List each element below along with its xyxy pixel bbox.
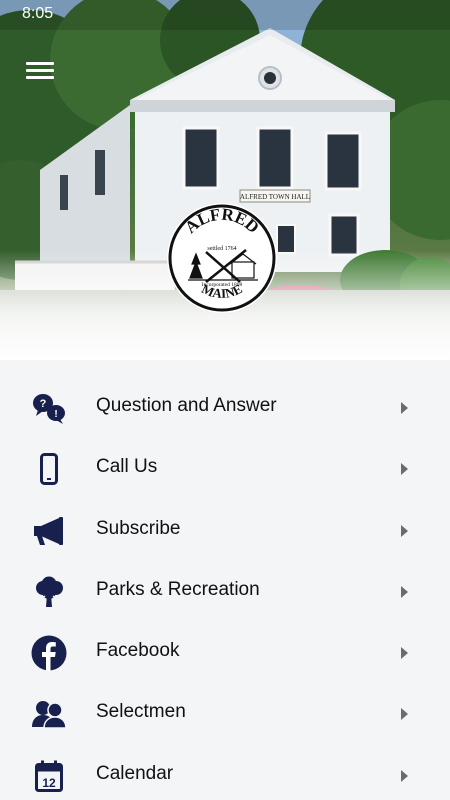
- phone-icon: [30, 450, 68, 488]
- seal-incorporated-text: Incorporated 1808: [202, 282, 243, 288]
- svg-text:!: !: [54, 409, 57, 420]
- menu-item-label: Calendar: [96, 762, 174, 784]
- menu-item-call-us[interactable]: Call Us: [0, 438, 450, 499]
- chevron-right-icon: [401, 769, 408, 782]
- menu-item-calendar[interactable]: 12 Calendar: [0, 745, 450, 800]
- menu-item-facebook[interactable]: Facebook: [0, 622, 450, 683]
- chevron-right-icon: [401, 524, 408, 537]
- menu-item-label: Call Us: [96, 456, 158, 478]
- facebook-icon: [30, 634, 68, 672]
- menu-item-selectmen[interactable]: Selectmen: [0, 683, 450, 744]
- menu-item-question-and-answer[interactable]: ? ! Question and Answer: [0, 377, 450, 438]
- menu-item-label: Parks & Recreation: [96, 578, 260, 600]
- town-seal-logo: ALFRED MAINE settled 1764 Incorporated 1…: [167, 203, 277, 313]
- calendar-icon: 12: [30, 757, 68, 795]
- status-bar: 8:05: [0, 0, 450, 30]
- app-screen: ALFRED TOWN HALL 8:05 ALFRED MAINE settl…: [0, 0, 450, 800]
- building-sign: ALFRED TOWN HALL: [240, 193, 310, 201]
- seal-settled-text: settled 1764: [207, 246, 236, 252]
- menu-item-label: Facebook: [96, 640, 180, 662]
- menu-item-subscribe[interactable]: Subscribe: [0, 500, 450, 561]
- chevron-right-icon: [401, 708, 408, 721]
- chevron-right-icon: [401, 585, 408, 598]
- menu-item-parks-recreation[interactable]: Parks & Recreation: [0, 561, 450, 622]
- header-image: ALFRED TOWN HALL 8:05 ALFRED MAINE settl…: [0, 0, 450, 360]
- menu-item-label: Subscribe: [96, 517, 181, 539]
- megaphone-icon: [30, 512, 68, 550]
- svg-text:?: ?: [40, 398, 47, 410]
- tree-icon: [30, 573, 68, 611]
- menu-item-label: Question and Answer: [96, 395, 277, 416]
- question-answer-icon: ? !: [30, 389, 68, 427]
- hamburger-menu-icon[interactable]: [26, 60, 54, 82]
- menu-item-label: Selectmen: [96, 701, 186, 723]
- chevron-right-icon: [401, 463, 408, 476]
- status-time: 8:05: [22, 5, 54, 22]
- chevron-right-icon: [401, 402, 408, 414]
- svg-text:12: 12: [42, 776, 56, 790]
- main-menu: ? ! Question and Answer Call Us Subscrib…: [0, 377, 450, 800]
- people-icon: [30, 695, 68, 733]
- chevron-right-icon: [401, 647, 408, 660]
